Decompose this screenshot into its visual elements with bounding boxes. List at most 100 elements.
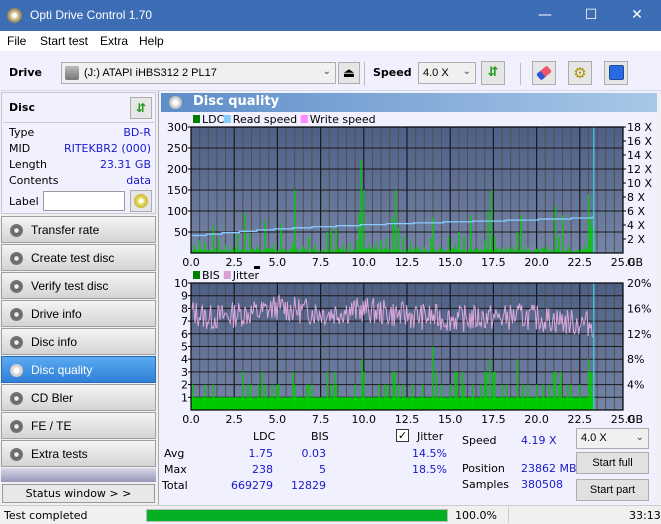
refresh-button[interactable]: ⇵ [481,61,505,85]
disc-panel: Disc ⇵ Type BD-R MID RITEKBR2 (000) Leng… [1,92,156,214]
nav-label: Extra tests [31,447,88,461]
charts-area: 50 100 150 200 250 300 2 X4 X6 X8 X10 X12 X14 … [167,114,652,426]
nav-verify-test-disc[interactable]: Verify test disc [1,272,156,299]
settings-button[interactable]: ⚙ [568,61,592,85]
y2-tick-label: 8% [627,353,644,366]
stats-avg-bis: 0.03 [301,447,327,460]
drive-value: (J:) ATAPI iHBS312 2 PL17 [84,67,217,79]
refresh-icon: ⇵ [135,101,147,115]
fe-te-icon [10,420,23,433]
close-button[interactable]: ✕ [614,0,660,31]
label-disc-button[interactable] [130,190,152,212]
progress-fill [147,510,447,521]
start-part-button[interactable]: Start part [576,479,649,501]
chevron-down-icon: ⌄ [635,432,644,443]
nav-label: Drive info [31,307,82,321]
x-tick-label: 2.5 [225,413,243,426]
maximize-button[interactable]: ☐ [568,0,614,31]
eject-button[interactable]: ⏏ [338,62,360,84]
disc-quality-icon [169,96,182,109]
legend-label: Write speed [310,114,376,126]
legend-label: Read speed [233,114,297,126]
nav-drive-info[interactable]: Drive info [1,300,156,327]
drive-label: Drive [9,66,42,79]
x-axis-unit: GB [627,413,643,426]
menu-file[interactable]: File [7,34,26,48]
y2-tick-label: 16 X [627,135,652,148]
panel-title: Disc quality [193,94,280,109]
stats-label-total: Total [162,479,188,492]
menu-help[interactable]: Help [139,34,164,48]
y-tick-label: 50 [174,226,188,239]
y-tick-label: 1 [181,391,188,404]
menu-start-test[interactable]: Start test [40,34,88,48]
start-full-button[interactable]: Start full [576,452,649,474]
minimize-button[interactable]: — [522,0,568,31]
erase-button[interactable] [532,61,556,85]
test-speed-select[interactable]: 4.0 X ⌄ [576,428,649,449]
disc-value: BD-R [123,126,151,139]
nav-create-test-disc[interactable]: Create test disc [1,244,156,271]
jitter-checkbox[interactable]: ✓ [396,429,409,442]
status-window-button[interactable]: Status window > > [2,484,155,503]
transfer-rate-icon [10,224,23,237]
y-tick-label: 200 [167,163,188,176]
legend-swatch [223,271,231,279]
nav-transfer-rate[interactable]: Transfer rate [1,216,156,243]
x-tick-label: 5.0 [269,413,287,426]
create-test-disc-icon [10,252,23,265]
progress-bar [146,509,448,522]
disc-icon [134,194,148,208]
toolbar-divider [364,62,365,86]
x-tick-label: 2.5 [225,256,243,269]
stats-avg-jitter: 14.5% [412,447,447,460]
label-input[interactable] [43,191,125,211]
disc-info-icon [10,336,23,349]
stats-max-jitter: 18.5% [412,463,447,476]
x-tick-label: 0.0 [182,413,200,426]
sidebar: Disc ⇵ Type BD-R MID RITEKBR2 (000) Leng… [0,91,157,505]
elapsed-time: 33:13 [629,509,661,522]
x-tick-label: 5.0 [269,256,287,269]
window-title: Opti Drive Control 1.70 [30,8,153,22]
save-icon [608,65,624,80]
settings-icon: ⚙ [573,64,587,82]
nav-cd-bler[interactable]: CD Bler [1,384,156,411]
stats-max-bis: 5 [319,463,326,476]
extra-tests-icon [10,448,23,461]
y-tick-label: 6 [181,328,188,341]
y-tick-label: 7 [181,315,188,328]
x-tick-label: 10.0 [352,256,377,269]
speed-value: 4.19 X [521,434,557,447]
drive-select[interactable]: (J:) ATAPI iHBS312 2 PL17 ⌄ [61,62,336,84]
eraser-icon [536,65,552,81]
position-value: 23862 MB [521,462,577,475]
y-tick-label: 9 [181,290,188,303]
stats-label-avg: Avg [164,447,185,460]
disc-refresh-button[interactable]: ⇵ [130,97,152,119]
save-button[interactable] [604,61,628,85]
progress-label: 100.0% [455,509,497,522]
nav-disc-quality[interactable]: Disc quality [1,356,156,383]
legend-label: LDC [202,114,225,126]
x-axis-unit: GB [627,256,643,269]
nav-label: Create test disc [31,251,115,265]
toolbar: Drive (J:) ATAPI iHBS312 2 PL17 ⌄ ⏏ Spee… [0,51,661,91]
nav-fe-te[interactable]: FE / TE [1,412,156,439]
nav-disc-info[interactable]: Disc info [1,328,156,355]
y2-tick-label: 16% [627,302,651,315]
toolbar-divider [520,63,521,85]
refresh-icon: ⇵ [487,65,499,80]
nav-label: Disc quality [31,363,93,377]
disc-key: MID [9,142,31,155]
y-tick-label: 3 [181,366,188,379]
x-tick-label: 12.5 [395,256,420,269]
nav-label: FE / TE [31,419,72,433]
disc-row-mid: MID RITEKBR2 (000) [9,142,151,158]
x-tick-label: 20.0 [524,413,549,426]
nav-extra-tests[interactable]: Extra tests [1,440,156,467]
speed-select[interactable]: 4.0 X ⌄ [418,62,476,84]
nav-label: CD Bler [31,391,74,405]
disc-row-type: Type BD-R [9,126,151,142]
menu-extra[interactable]: Extra [100,34,128,48]
